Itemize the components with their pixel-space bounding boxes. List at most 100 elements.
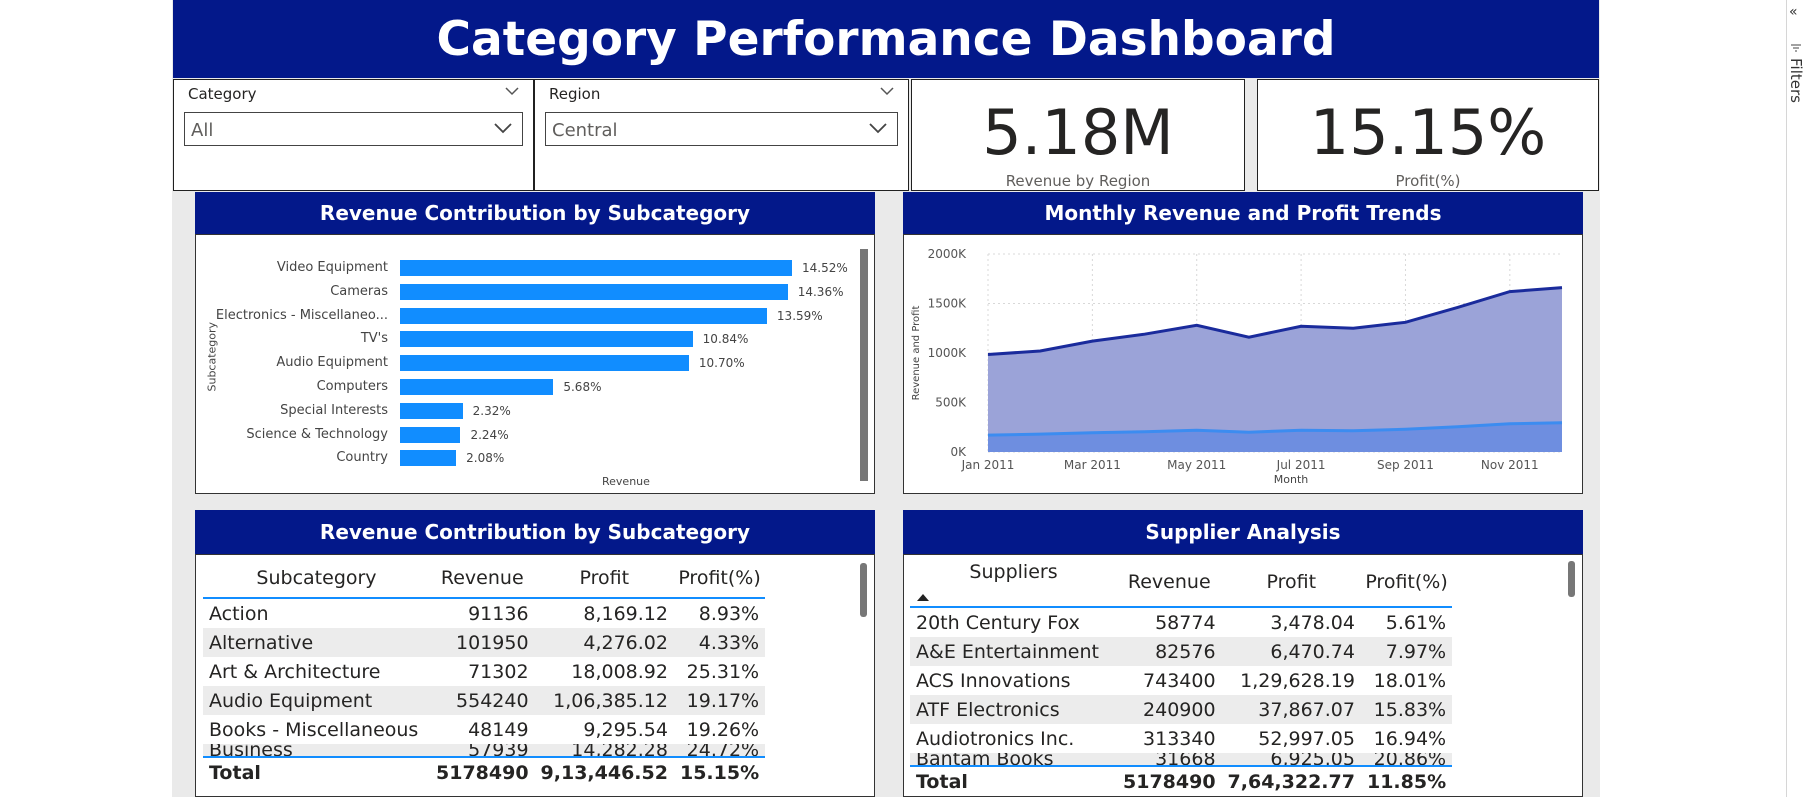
filters-pane-label[interactable]: Filters bbox=[1787, 58, 1805, 103]
total-cell: 5178490 bbox=[436, 762, 529, 784]
bar[interactable] bbox=[400, 402, 463, 419]
bar-category-label: Science & Technology bbox=[246, 426, 388, 442]
supplier-table-title: Supplier Analysis bbox=[903, 510, 1583, 554]
bar[interactable] bbox=[400, 379, 554, 395]
y-tick-label: 500K bbox=[935, 396, 967, 410]
column-header[interactable]: Profit(%) bbox=[1361, 557, 1452, 607]
region-slicer[interactable]: Region Central bbox=[534, 79, 909, 191]
column-header[interactable]: Revenue bbox=[430, 559, 535, 598]
category-dropdown[interactable]: All bbox=[184, 112, 523, 146]
table-cell: Action bbox=[209, 602, 269, 625]
table-cell: Books - Miscellaneous bbox=[209, 718, 419, 741]
table-header-row: Subcategory Revenue Profit Profit(%) bbox=[203, 559, 766, 598]
filters-pane[interactable] bbox=[1786, 0, 1805, 797]
bar-category-label: Cameras bbox=[330, 283, 388, 299]
bar[interactable] bbox=[400, 260, 793, 276]
bar-data-label: 10.84% bbox=[702, 332, 749, 347]
table-row[interactable]: 20th Century Fox 58774 3,478.04 5.61% bbox=[910, 607, 1452, 637]
chevron-down-icon[interactable] bbox=[880, 85, 894, 99]
bar[interactable] bbox=[400, 426, 461, 443]
table-cell: 7.97% bbox=[1360, 637, 1453, 666]
column-header[interactable]: Subcategory bbox=[203, 559, 430, 598]
table-row[interactable]: A&E Entertainment 82576 6,470.74 7.97% bbox=[910, 637, 1453, 666]
table-row[interactable]: Bantam Books 31668 6,925.05 20.86% bbox=[910, 753, 1453, 766]
table-cell: 8,169.12 bbox=[583, 602, 668, 625]
area-chart-svg[interactable]: 0K 500K 1000K 1500K 2000K Jan 2011 Mar 2011 May… bbox=[904, 235, 1582, 493]
bar[interactable] bbox=[400, 307, 767, 324]
category-slicer[interactable]: Category All bbox=[173, 79, 534, 191]
column-header[interactable]: Suppliers bbox=[910, 557, 1117, 607]
x-tick-label: Jan 2011 bbox=[961, 458, 1015, 472]
table-cell: 8.93% bbox=[698, 602, 760, 625]
total-cell: 7,64,322.77 bbox=[1227, 771, 1355, 793]
bar-chart-scrollbar[interactable] bbox=[860, 249, 868, 481]
table-cell: Audiotronics Inc. bbox=[916, 727, 1075, 750]
column-header[interactable]: Profit bbox=[1222, 557, 1361, 607]
dashboard-title: Category Performance Dashboard bbox=[173, 0, 1599, 78]
y-tick-label: 0K bbox=[950, 445, 967, 459]
table-row[interactable]: Alternative 101950 4,276.02 4.33% bbox=[203, 628, 766, 657]
column-header[interactable]: Revenue bbox=[1117, 557, 1222, 607]
table-cell: 14,282.28 bbox=[534, 744, 674, 757]
table-cell: 554240 bbox=[430, 686, 535, 715]
table-row[interactable]: ACS Innovations 743400 1,29,628.19 18.01% bbox=[910, 666, 1452, 695]
subcategory-table[interactable]: Subcategory Revenue Profit Profit(%) Action 9… bbox=[203, 559, 766, 788]
bar[interactable] bbox=[400, 283, 788, 300]
bar[interactable] bbox=[400, 355, 689, 372]
total-cell: 5178490 bbox=[1123, 771, 1216, 793]
table-cell: 37,867.07 bbox=[1221, 695, 1361, 724]
bar[interactable] bbox=[400, 331, 693, 348]
bar-chart-panel[interactable]: Subcategory Revenue Video Equipment 14.52… bbox=[195, 234, 875, 494]
bar-data-label: 2.32% bbox=[472, 403, 511, 418]
table-row[interactable]: Art & Architecture 71302 18,008.92 25.31% bbox=[203, 657, 765, 686]
table-row[interactable]: Business 57939 14,282.28 24.72% bbox=[203, 744, 766, 757]
supplier-table[interactable]: Suppliers Revenue Profit Profit(%) 20th Cent… bbox=[910, 557, 1453, 796]
x-tick-label: Jul 2011 bbox=[1276, 458, 1326, 472]
total-cell: Total bbox=[209, 762, 261, 784]
table-row[interactable]: Audio Equipment 554240 1,06,385.12 19.17% bbox=[203, 686, 766, 715]
subcategory-table-panel[interactable]: Subcategory Revenue Profit Profit(%) Action 9… bbox=[195, 554, 875, 797]
chevron-down-icon[interactable] bbox=[492, 117, 514, 143]
column-header[interactable]: Profit(%) bbox=[674, 559, 765, 598]
y-tick-label: 1500K bbox=[928, 297, 968, 311]
chevron-down-icon[interactable] bbox=[505, 85, 519, 99]
column-header[interactable]: Profit bbox=[535, 559, 674, 598]
x-tick-label: Sep 2011 bbox=[1377, 458, 1434, 472]
bar-category-label: Special Interests bbox=[280, 402, 388, 418]
table-cell: Business bbox=[203, 744, 430, 757]
table-total-row: Total 5178490 9,13,446.52 15.15% bbox=[203, 757, 765, 788]
bar[interactable] bbox=[400, 450, 457, 467]
region-dropdown[interactable]: Central bbox=[545, 112, 898, 146]
table-cell: 19.17% bbox=[673, 686, 766, 715]
table-row[interactable]: Audiotronics Inc. 313340 52,997.05 16.94% bbox=[910, 724, 1452, 753]
collapse-icon[interactable]: « bbox=[1789, 4, 1798, 20]
table-cell: 5.61% bbox=[1385, 611, 1447, 634]
table-cell: 19.26% bbox=[686, 718, 760, 741]
total-cell: Total bbox=[916, 771, 968, 793]
sort-ascending-icon[interactable] bbox=[916, 585, 930, 607]
table-row[interactable]: Action 91136 8,169.12 8.93% bbox=[203, 598, 765, 628]
bar-chart-scrollbar-thumb[interactable] bbox=[860, 249, 868, 481]
table-cell: Bantam Books bbox=[910, 753, 1117, 766]
table-row[interactable]: Books - Miscellaneous 48149 9,295.54 19.26% bbox=[203, 715, 765, 744]
bar-category-label: Audio Equipment bbox=[276, 355, 388, 371]
table-cell: 57939 bbox=[430, 744, 535, 757]
subcategory-table-scrollbar[interactable] bbox=[860, 563, 867, 617]
y-tick-label: 1000K bbox=[928, 346, 968, 360]
area-chart-panel[interactable]: 0K 500K 1000K 1500K 2000K Jan 2011 Mar 2011 May… bbox=[903, 234, 1583, 494]
revenue-kpi-label: Revenue by Region bbox=[1005, 172, 1151, 190]
total-cell: 11.85% bbox=[1366, 771, 1447, 793]
supplier-table-panel[interactable]: Suppliers Revenue Profit Profit(%) 20th Cent… bbox=[903, 554, 1583, 797]
table-row[interactable]: ATF Electronics 240900 37,867.07 15.83% bbox=[910, 695, 1453, 724]
bar-data-label: 10.70% bbox=[698, 356, 745, 371]
filter-icon bbox=[1790, 38, 1802, 57]
table-header-row: Suppliers Revenue Profit Profit(%) bbox=[910, 557, 1453, 607]
table-cell: 743400 bbox=[1143, 669, 1216, 692]
chevron-down-icon[interactable] bbox=[867, 117, 889, 143]
category-selected-value: All bbox=[191, 120, 214, 141]
bar-chart-title: Revenue Contribution by Subcategory bbox=[195, 192, 875, 234]
table-cell: 4.33% bbox=[673, 628, 766, 657]
bar-category-label: Video Equipment bbox=[276, 260, 388, 275]
supplier-table-scrollbar[interactable] bbox=[1568, 561, 1575, 597]
table-cell: 82576 bbox=[1117, 637, 1222, 666]
